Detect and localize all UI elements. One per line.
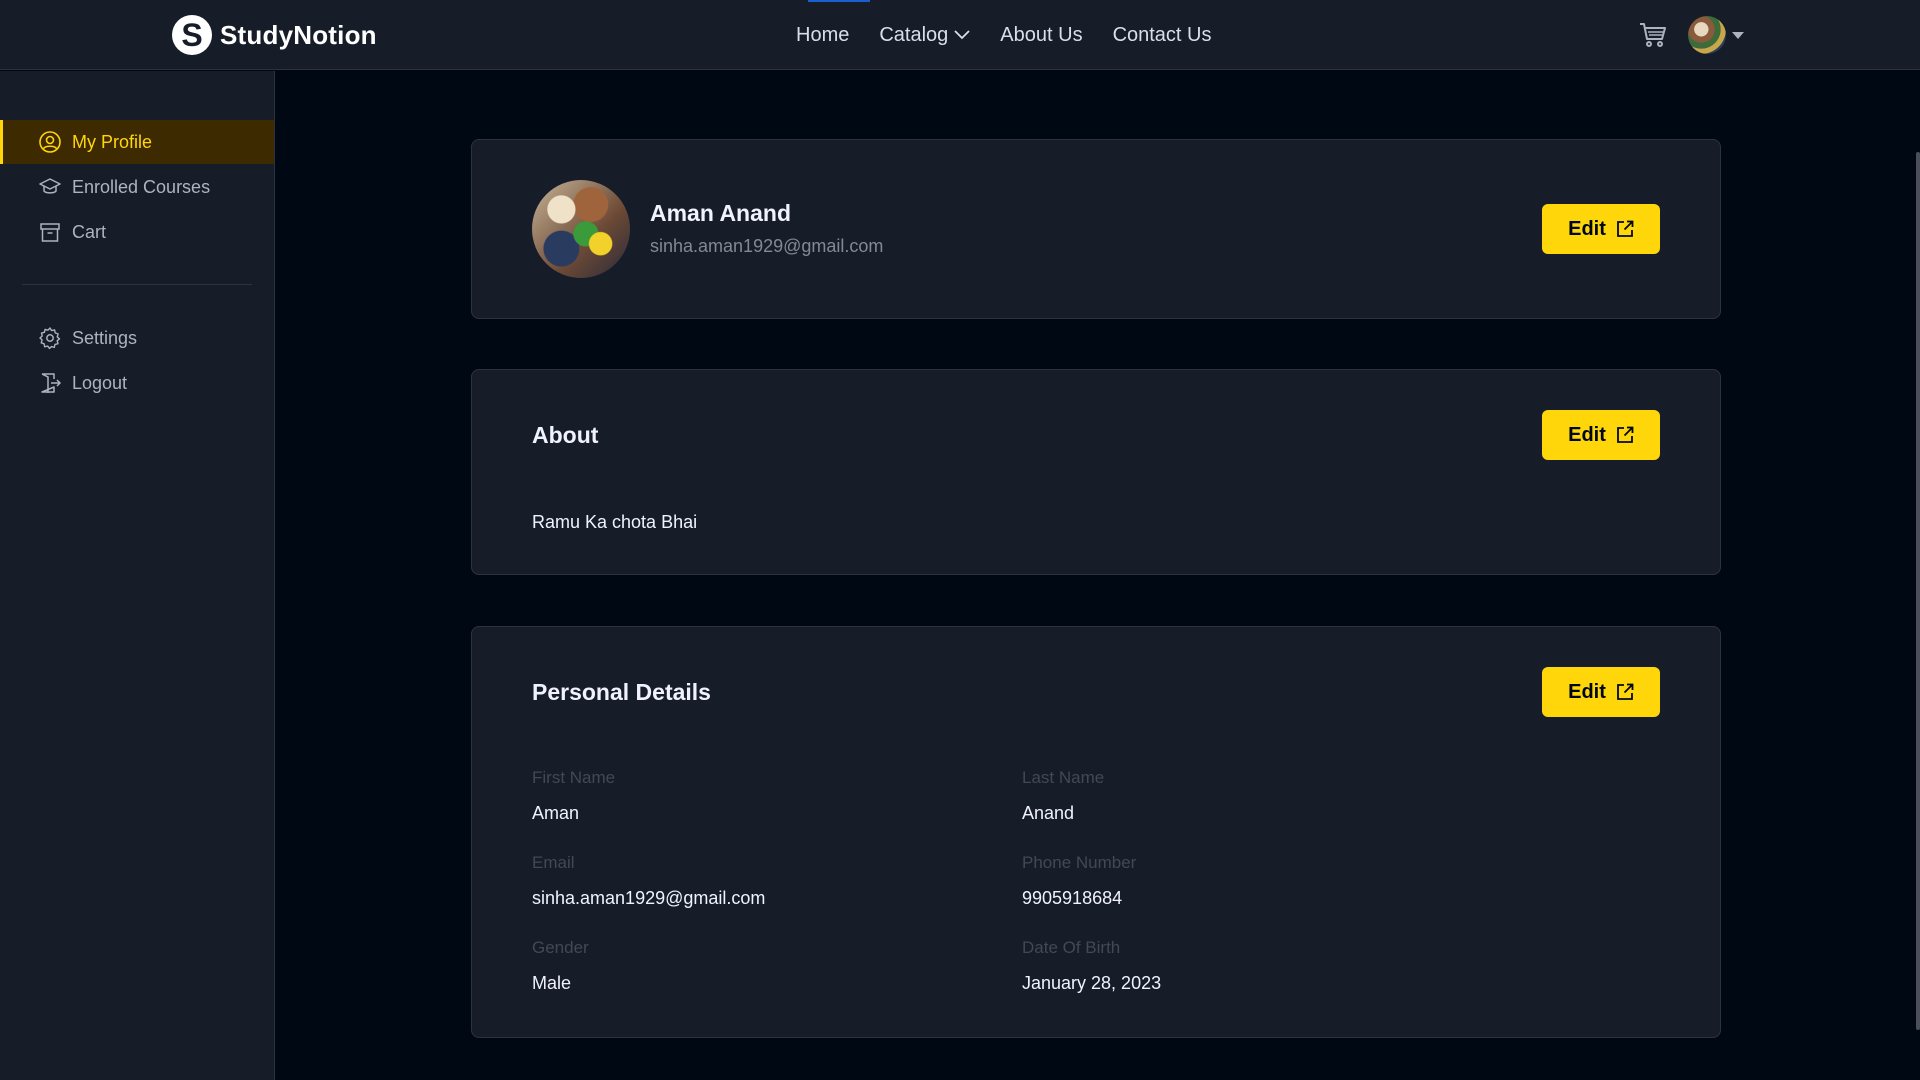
logo-icon: S <box>172 15 212 55</box>
profile-name: Aman Anand <box>650 200 791 226</box>
email-value: sinha.aman1929@gmail.com <box>532 888 766 908</box>
sidebar-item-label: Logout <box>72 372 128 393</box>
nav-link-home[interactable]: Home <box>796 24 849 47</box>
dob-label: Date Of Birth <box>1022 938 1121 957</box>
edit-icon <box>1616 220 1634 237</box>
sidebar-item-label: Settings <box>72 327 138 348</box>
edit-button-label: Edit <box>1568 680 1606 703</box>
sidebar-item-logout[interactable]: Logout <box>0 361 274 405</box>
caret-down-icon[interactable] <box>1732 31 1744 39</box>
sidebar-divider <box>22 284 252 285</box>
sidebar-item-cart[interactable]: Cart <box>0 210 274 254</box>
nav-link-contact[interactable]: Contact Us <box>1113 24 1212 47</box>
brand-name: StudyNotion <box>220 19 377 50</box>
profile-email: sinha.aman1929@gmail.com <box>650 236 884 256</box>
nav-link-label: Contact Us <box>1112 23 1212 46</box>
graduation-cap-icon <box>38 175 62 199</box>
user-avatar[interactable] <box>1688 16 1726 54</box>
personal-edit-button[interactable]: Edit <box>1542 667 1660 717</box>
profile-edit-button[interactable]: Edit <box>1542 204 1660 254</box>
about-text: Ramu Ka chota Bhai <box>532 512 698 532</box>
about-title: About <box>532 422 599 448</box>
email-label: Email <box>532 853 575 872</box>
sidebar: My Profile Enrolled Courses Cart Setting… <box>0 71 275 1080</box>
edit-icon <box>1616 683 1634 700</box>
logout-icon <box>38 371 62 395</box>
dob-value: January 28, 2023 <box>1022 973 1162 993</box>
nav-link-label: Catalog <box>879 23 949 46</box>
last-name-value: Anand <box>1022 803 1075 823</box>
chevron-down-icon <box>954 30 970 40</box>
last-name-label: Last Name <box>1022 768 1105 787</box>
gender-value: Male <box>532 973 572 993</box>
nav-link-about[interactable]: About Us <box>1000 24 1082 47</box>
first-name-label: First Name <box>532 768 616 787</box>
first-name-value: Aman <box>532 803 580 823</box>
about-card: About Edit Ramu Ka chota Bhai <box>471 369 1721 575</box>
nav-link-label: About Us <box>1000 23 1083 46</box>
sidebar-item-label: Cart <box>72 221 107 242</box>
archive-box-icon <box>38 220 62 244</box>
sidebar-item-enrolled-courses[interactable]: Enrolled Courses <box>0 165 274 209</box>
page-scrollbar[interactable] <box>1916 152 1920 1030</box>
phone-value: 9905918684 <box>1022 888 1123 908</box>
sidebar-item-settings[interactable]: Settings <box>0 316 274 360</box>
gender-label: Gender <box>532 938 589 957</box>
edit-button-label: Edit <box>1568 423 1606 446</box>
personal-details-title: Personal Details <box>532 679 711 705</box>
nav-right <box>1638 0 1744 70</box>
logo-mark-letter: S <box>181 17 203 53</box>
nav-links: Home Catalog About Us Contact Us <box>796 0 1212 70</box>
brand-logo[interactable]: S StudyNotion <box>172 15 377 55</box>
edit-icon <box>1616 426 1634 443</box>
top-navbar: S StudyNotion Home Catalog About Us Cont… <box>0 0 1920 70</box>
user-circle-icon <box>38 130 62 154</box>
sidebar-item-my-profile[interactable]: My Profile <box>0 120 274 164</box>
sidebar-item-label: Enrolled Courses <box>72 176 211 197</box>
sidebar-item-label: My Profile <box>72 131 153 152</box>
edit-button-label: Edit <box>1568 217 1606 240</box>
cart-icon[interactable] <box>1638 20 1668 50</box>
nav-link-catalog[interactable]: Catalog <box>879 24 970 47</box>
nav-link-label: Home <box>796 23 850 46</box>
gear-icon <box>38 326 62 350</box>
phone-label: Phone Number <box>1022 853 1137 872</box>
personal-details-card: Personal Details Edit First Name Aman La… <box>471 626 1721 1038</box>
about-edit-button[interactable]: Edit <box>1542 410 1660 460</box>
profile-avatar <box>532 180 630 278</box>
profile-card: Aman Anand sinha.aman1929@gmail.com Edit <box>471 139 1721 319</box>
